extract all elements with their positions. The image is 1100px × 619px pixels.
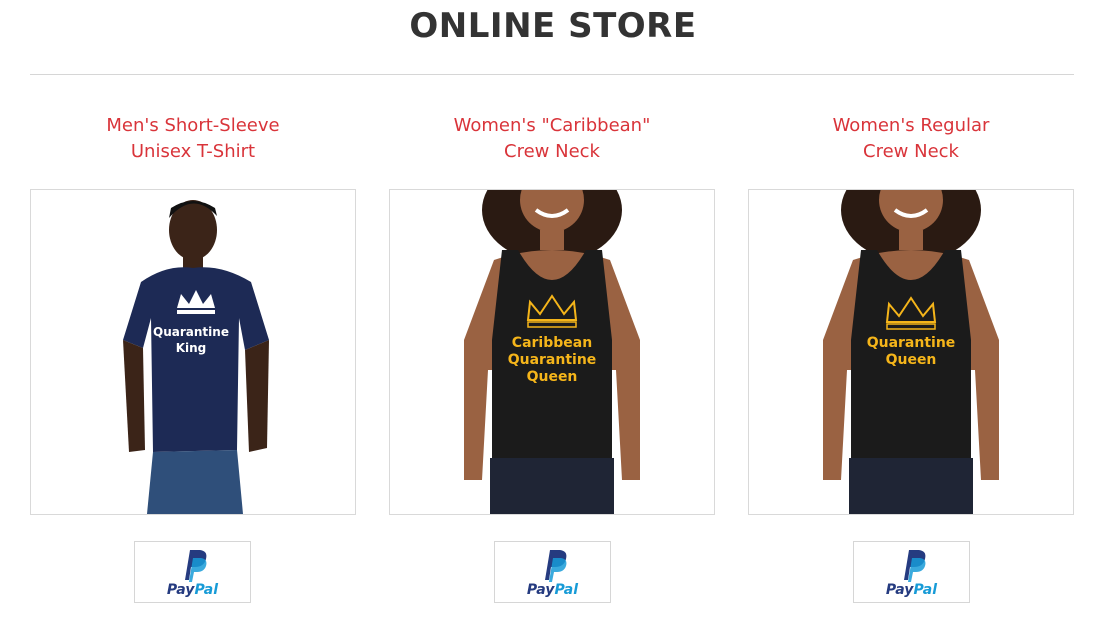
paypal-wordmark: PayPal (885, 582, 938, 598)
shirt-print-line: Queen (886, 352, 937, 368)
shirt-print-line: Queen (527, 369, 578, 385)
product-title-line[interactable]: Women's "Caribbean" (389, 113, 715, 139)
model-photo: Quarantine Queen (749, 190, 1073, 514)
product-image-mens-tshirt[interactable]: Quarantine King (30, 189, 356, 515)
paypal-wordmark: PayPal (526, 582, 579, 598)
product-title-caribbean-crew-neck[interactable]: Women's "Caribbean" Crew Neck (389, 113, 715, 165)
shirt-print-line: Caribbean (512, 335, 592, 351)
online-store-page: ONLINE STORE Men's Short-Sleeve Unisex T… (0, 0, 1100, 619)
page-title: ONLINE STORE (409, 6, 697, 46)
paypal-icon (185, 550, 207, 582)
product-title-mens-tshirt[interactable]: Men's Short-Sleeve Unisex T-Shirt (30, 113, 356, 165)
shirt-print-line: Quarantine (508, 352, 597, 368)
model-photo: Caribbean Quarantine Queen (390, 190, 714, 514)
paypal-buy-button-mens-tshirt[interactable]: PayPal (134, 541, 251, 603)
product-image-caribbean-crew-neck[interactable]: Caribbean Quarantine Queen (389, 189, 715, 515)
title-divider (30, 74, 1074, 75)
product-title-regular-crew-neck[interactable]: Women's Regular Crew Neck (748, 113, 1074, 165)
shirt-print-line: Quarantine (867, 335, 956, 351)
product-title-line[interactable]: Men's Short-Sleeve (30, 113, 356, 139)
product-title-line[interactable]: Unisex T-Shirt (30, 139, 356, 165)
product-title-line[interactable]: Women's Regular (748, 113, 1074, 139)
shirt-print-line: Quarantine (153, 325, 229, 339)
paypal-icon (545, 550, 567, 582)
product-title-line[interactable]: Crew Neck (389, 139, 715, 165)
paypal-buy-button-caribbean-crew-neck[interactable]: PayPal (494, 541, 611, 603)
model-photo: Quarantine King (31, 190, 355, 514)
paypal-icon (904, 550, 926, 582)
paypal-wordmark: PayPal (166, 582, 219, 598)
paypal-buy-button-regular-crew-neck[interactable]: PayPal (853, 541, 970, 603)
product-title-line[interactable]: Crew Neck (748, 139, 1074, 165)
product-image-regular-crew-neck[interactable]: Quarantine Queen (748, 189, 1074, 515)
shirt-print-line: King (176, 341, 207, 355)
